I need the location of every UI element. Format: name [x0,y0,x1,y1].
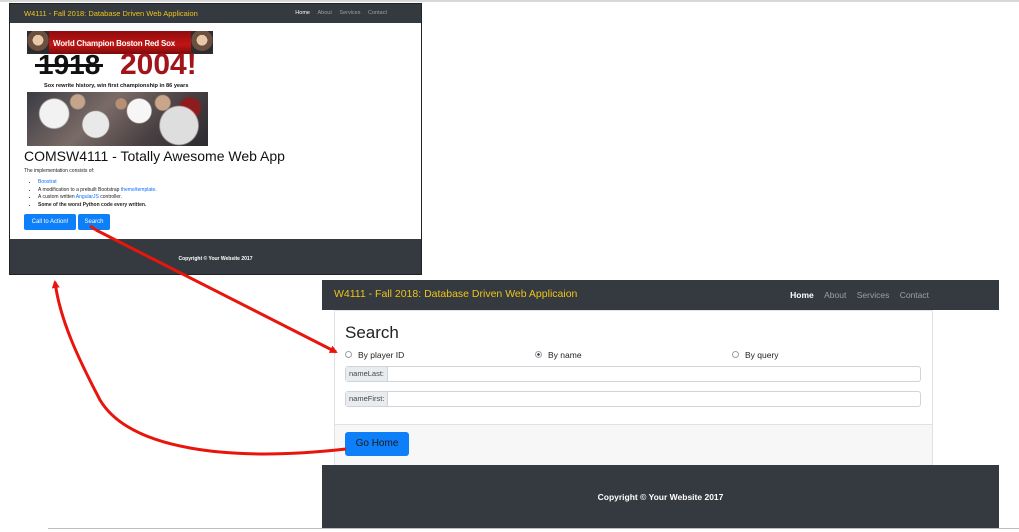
home-page-screenshot: W4111 - Fall 2018: Database Driven Web A… [9,3,422,275]
list-text: A custom written [38,194,76,200]
search-card: Search By player ID By name By query nam… [334,310,933,466]
nav-contact-link[interactable]: Contact [368,10,387,16]
name-first-input[interactable] [392,392,920,406]
list-item: A custom written AngularJS controller. [38,194,157,202]
bottom-divider [48,528,1019,529]
nav-contact-link[interactable]: Contact [900,290,929,300]
radio-by-name[interactable]: By name [535,350,582,360]
radio-circle-icon[interactable] [732,351,739,359]
call-to-action-button[interactable]: Call to Action! [24,214,76,230]
radio-by-player-id[interactable]: By player ID [345,350,404,360]
card-footer: Go Home [335,424,932,465]
strikethrough-line [35,64,104,67]
radio-label: By query [745,350,779,360]
search-page-screenshot: W4111 - Fall 2018: Database Driven Web A… [322,280,999,528]
go-home-button[interactable]: Go Home [345,432,409,456]
navbar: W4111 - Fall 2018: Database Driven Web A… [322,280,999,310]
radio-label: By player ID [358,350,405,360]
nav-home-link[interactable]: Home [295,10,310,16]
year-2004: 2004! [120,48,197,81]
navbar-links: Home About Services Contact [289,10,387,16]
nav-about-link[interactable]: About [824,290,846,300]
radio-label: By name [548,350,582,360]
list-item: Some of the worst Python code every writ… [38,202,157,210]
list-text: A modification to a prebuilt Bootstrap [38,186,121,193]
name-last-input[interactable] [392,367,920,381]
nav-home-link[interactable]: Home [790,290,814,300]
footer-copyright: Copyright © Your Website 2017 [178,256,253,262]
name-first-group: nameFirst: [345,391,921,407]
radio-by-query[interactable]: By query [732,350,779,360]
name-first-label: nameFirst: [346,392,389,406]
search-button[interactable]: Search [78,214,110,230]
top-divider [0,0,1019,2]
theme-template-link[interactable]: theme/template [121,187,155,193]
radio-circle-icon[interactable] [345,351,352,359]
list-text: controller. [98,194,122,200]
name-last-label: nameLast: [346,367,389,381]
celebration-photo [27,92,208,146]
nav-services-link[interactable]: Services [857,290,890,300]
boostrat-link[interactable]: Boostrat [38,179,57,185]
navbar-brand[interactable]: W4111 - Fall 2018: Database Driven Web A… [334,288,577,300]
nav-about-link[interactable]: About [318,10,332,16]
name-last-group: nameLast: [345,366,921,382]
navbar-links: Home About Services Contact [782,290,929,300]
footer: Copyright © Your Website 2017 [10,239,421,274]
implementation-list: Boostrat A modification to a prebuilt Bo… [32,179,157,209]
footer-copyright: Copyright © Your Website 2017 [597,492,724,502]
search-title: Search [345,323,399,342]
page-heading: COMSW4111 - Totally Awesome Web App [24,148,285,164]
go-home-to-home-page-arrow [51,280,347,456]
radio-circle-selected-icon[interactable] [535,351,542,359]
intro-text: The implementation consists of: [24,168,95,174]
headline-tagline: Sox rewrite history, win first champions… [44,83,189,89]
nav-services-link[interactable]: Services [339,10,360,16]
navbar: W4111 - Fall 2018: Database Driven Web A… [10,4,421,23]
list-item: Boostrat [38,179,157,187]
banner-text: World Champion Boston Red Sox [53,39,176,48]
angularjs-link[interactable]: AngularJS [76,194,99,200]
navbar-brand[interactable]: W4111 - Fall 2018: Database Driven Web A… [24,9,198,18]
list-text: . [155,186,157,193]
list-item: A modification to a prebuilt Bootstrap t… [38,187,157,195]
year-1918: 1918 [35,50,104,80]
footer: Copyright © Your Website 2017 [322,465,999,528]
